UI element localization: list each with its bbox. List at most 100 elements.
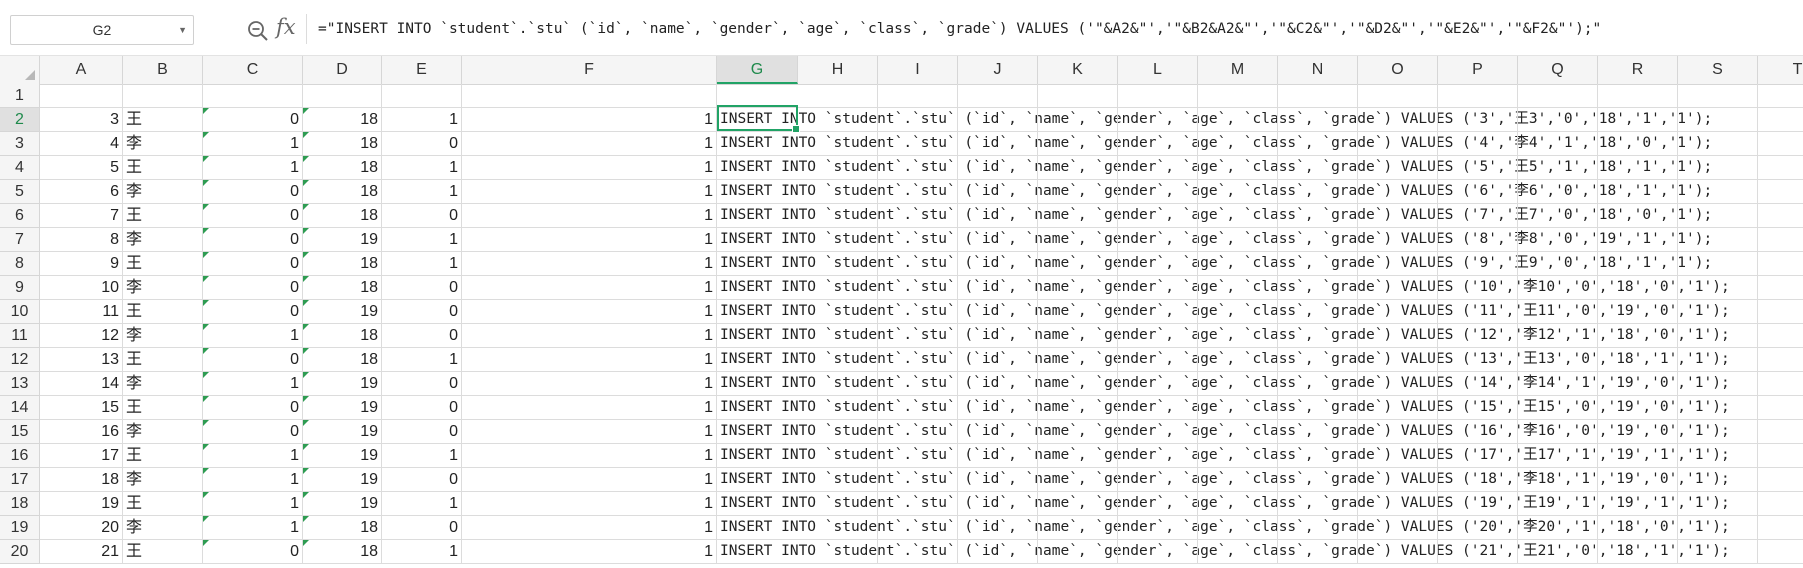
cell-c1[interactable] [203, 84, 303, 108]
row-header[interactable]: 3 [0, 132, 40, 156]
cell-n4[interactable] [1278, 156, 1358, 180]
cell-t6[interactable] [1758, 204, 1803, 228]
cell-r6[interactable] [1598, 204, 1678, 228]
cell-f8[interactable]: 1 [462, 252, 717, 276]
cell-c3[interactable]: 1 [203, 132, 303, 156]
cell-f16[interactable]: 1 [462, 444, 717, 468]
cell-t13[interactable] [1758, 372, 1803, 396]
cell-o5[interactable] [1358, 180, 1438, 204]
cell-q5[interactable] [1518, 180, 1598, 204]
cell-d7[interactable]: 19 [303, 228, 382, 252]
cell-d3[interactable]: 18 [303, 132, 382, 156]
row-header[interactable]: 2 [0, 108, 40, 132]
cell-i11[interactable] [878, 324, 958, 348]
cell-h1[interactable] [798, 84, 878, 108]
cell-q10[interactable] [1518, 300, 1598, 324]
cell-d19[interactable]: 18 [303, 516, 382, 540]
cell-b16[interactable]: 王 [123, 444, 203, 468]
cell-b7[interactable]: 李 [123, 228, 203, 252]
cell-m7[interactable] [1198, 228, 1278, 252]
cell-e17[interactable]: 0 [382, 468, 462, 492]
cell-m3[interactable] [1198, 132, 1278, 156]
cell-h17[interactable] [798, 468, 878, 492]
cell-j18[interactable] [958, 492, 1038, 516]
column-header-h[interactable]: H [798, 56, 878, 84]
cell-e6[interactable]: 0 [382, 204, 462, 228]
cell-k4[interactable] [1038, 156, 1118, 180]
cell-o17[interactable] [1358, 468, 1438, 492]
cell-s6[interactable] [1678, 204, 1758, 228]
cell-t20[interactable] [1758, 540, 1803, 564]
cell-j3[interactable] [958, 132, 1038, 156]
row-header[interactable]: 8 [0, 252, 40, 276]
row-header[interactable]: 5 [0, 180, 40, 204]
cell-i5[interactable] [878, 180, 958, 204]
cell-k16[interactable] [1038, 444, 1118, 468]
cell-h2[interactable] [798, 108, 878, 132]
row-header[interactable]: 19 [0, 516, 40, 540]
cell-k20[interactable] [1038, 540, 1118, 564]
cell-k19[interactable] [1038, 516, 1118, 540]
cell-h19[interactable] [798, 516, 878, 540]
cell-i10[interactable] [878, 300, 958, 324]
cell-l19[interactable] [1118, 516, 1198, 540]
cell-p14[interactable] [1438, 396, 1518, 420]
cell-l6[interactable] [1118, 204, 1198, 228]
row-header[interactable]: 13 [0, 372, 40, 396]
row-header[interactable]: 17 [0, 468, 40, 492]
cell-i16[interactable] [878, 444, 958, 468]
cell-h10[interactable] [798, 300, 878, 324]
cell-h6[interactable] [798, 204, 878, 228]
cell-f19[interactable]: 1 [462, 516, 717, 540]
cell-c4[interactable]: 1 [203, 156, 303, 180]
cell-t2[interactable] [1758, 108, 1803, 132]
cell-b1[interactable] [123, 84, 203, 108]
cell-i6[interactable] [878, 204, 958, 228]
cell-j17[interactable] [958, 468, 1038, 492]
cell-r4[interactable] [1598, 156, 1678, 180]
column-header-c[interactable]: C [203, 56, 303, 84]
cell-j15[interactable] [958, 420, 1038, 444]
cell-a13[interactable]: 14 [40, 372, 123, 396]
cell-a7[interactable]: 8 [40, 228, 123, 252]
cell-q12[interactable] [1518, 348, 1598, 372]
select-all-corner[interactable] [0, 56, 40, 84]
cell-m12[interactable] [1198, 348, 1278, 372]
column-header-t[interactable]: T [1758, 56, 1803, 84]
cell-m14[interactable] [1198, 396, 1278, 420]
cell-h18[interactable] [798, 492, 878, 516]
cell-f13[interactable]: 1 [462, 372, 717, 396]
cell-e19[interactable]: 0 [382, 516, 462, 540]
cell-l11[interactable] [1118, 324, 1198, 348]
cell-i13[interactable] [878, 372, 958, 396]
cell-s1[interactable] [1678, 84, 1758, 108]
cell-r10[interactable] [1598, 300, 1678, 324]
cell-d18[interactable]: 19 [303, 492, 382, 516]
cell-r16[interactable] [1598, 444, 1678, 468]
cell-n12[interactable] [1278, 348, 1358, 372]
row-header[interactable]: 11 [0, 324, 40, 348]
cell-p13[interactable] [1438, 372, 1518, 396]
cell-q16[interactable] [1518, 444, 1598, 468]
cell-q20[interactable] [1518, 540, 1598, 564]
cell-n18[interactable] [1278, 492, 1358, 516]
cell-s15[interactable] [1678, 420, 1758, 444]
cell-q2[interactable] [1518, 108, 1598, 132]
cell-n8[interactable] [1278, 252, 1358, 276]
cell-l3[interactable] [1118, 132, 1198, 156]
cell-t17[interactable] [1758, 468, 1803, 492]
cell-e12[interactable]: 1 [382, 348, 462, 372]
cell-j19[interactable] [958, 516, 1038, 540]
sheet-grid[interactable]: 1 2 3 王 0 18 1 1 INSERT INTO `student`.`stu` (`i… [0, 84, 1803, 568]
cell-p17[interactable] [1438, 468, 1518, 492]
cell-o11[interactable] [1358, 324, 1438, 348]
cell-s11[interactable] [1678, 324, 1758, 348]
column-header-k[interactable]: K [1038, 56, 1118, 84]
cell-l15[interactable] [1118, 420, 1198, 444]
cell-q7[interactable] [1518, 228, 1598, 252]
cell-n16[interactable] [1278, 444, 1358, 468]
row-header[interactable]: 4 [0, 156, 40, 180]
cell-j9[interactable] [958, 276, 1038, 300]
cell-m1[interactable] [1198, 84, 1278, 108]
column-header-p[interactable]: P [1438, 56, 1518, 84]
